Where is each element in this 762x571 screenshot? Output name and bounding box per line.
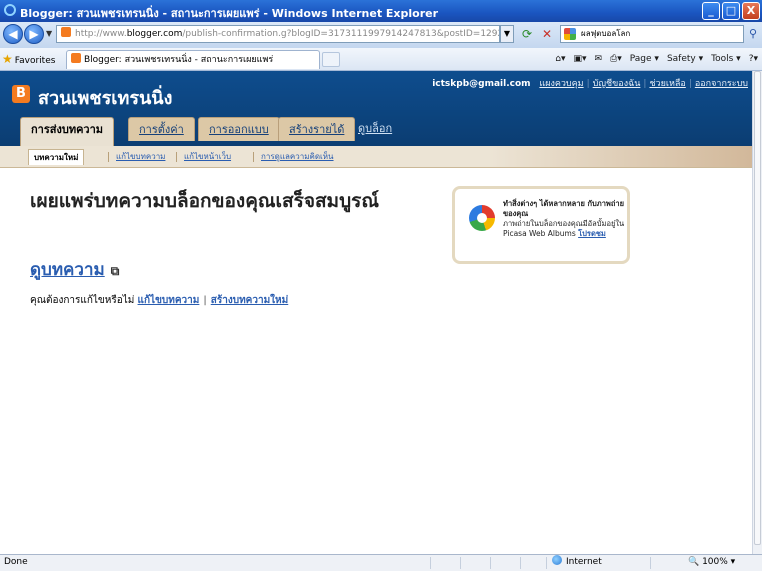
globe-icon xyxy=(552,555,562,565)
divider xyxy=(460,557,461,569)
page-menu-label: Page xyxy=(629,54,652,64)
external-link-icon: ⧉ xyxy=(110,264,120,278)
status-bar: Done Internet 🔍 100% ▾ xyxy=(0,554,762,571)
search-input[interactable]: ผลฟุตบอลโลก xyxy=(560,25,744,43)
link-separator: | xyxy=(203,295,207,306)
edit-post-link[interactable]: แก้ไขบทความ xyxy=(138,295,200,306)
account-links: ictskpb@gmail.com แผงควบคุม | บัญชีของฉัน |… xyxy=(432,79,748,89)
tab-monetize-label: สร้างรายได้ xyxy=(289,123,345,136)
picasa-promo-box: ทำสิ่งต่างๆ ได้หลากหลาย กับภาพถ่ายของคุณ… xyxy=(452,186,630,264)
url-path: /publish-confirmation.g?blogID=317311199… xyxy=(182,29,499,39)
divider xyxy=(430,557,431,569)
page-title: เผยแพร่บทความบล็อกของคุณเสร็จสมบูรณ์ xyxy=(30,190,379,212)
zoom-level: 100% xyxy=(702,557,728,567)
maximize-button[interactable]: □ xyxy=(722,2,740,20)
subtab-new-post[interactable]: บทความใหม่ xyxy=(28,149,85,165)
zoom-control[interactable]: 🔍 100% ▾ xyxy=(688,555,735,570)
address-dropdown-icon[interactable]: ▼ xyxy=(500,25,514,43)
divider xyxy=(176,152,177,162)
divider xyxy=(546,557,547,569)
dashboard-link[interactable]: แผงควบคุม xyxy=(539,79,583,89)
status-text: Done xyxy=(4,557,28,567)
divider xyxy=(490,557,491,569)
minimize-button[interactable]: _ xyxy=(702,2,720,20)
help-icon[interactable]: ?▾ xyxy=(749,51,758,67)
safety-menu[interactable]: Safety ▾ xyxy=(667,51,703,67)
sign-out-link[interactable]: ออกจากระบบ xyxy=(695,79,748,89)
tab-view-blog[interactable]: ดูบล็อก xyxy=(348,117,402,141)
help-link[interactable]: ช่วยเหลือ xyxy=(649,79,685,89)
search-icon[interactable]: ⚲ xyxy=(746,25,760,43)
refresh-icon[interactable]: ⟳ xyxy=(518,25,536,43)
sub-navigation: บทความใหม่ แก้ไขบทความ แก้ไขหน้าเว็บ การ… xyxy=(0,146,752,168)
divider xyxy=(650,557,651,569)
view-post-label: ดูบทความ xyxy=(30,260,105,280)
edit-prompt: คุณต้องการแก้ไขหรือไม่ แก้ไขบทความ | สร้าง… xyxy=(30,293,288,308)
browser-tab[interactable]: Blogger: สวนเพชรเทรนนิ่ง - สถานะการเผยแพ… xyxy=(66,50,320,69)
mail-icon[interactable]: ✉ xyxy=(595,51,603,67)
tab-settings[interactable]: การตั้งค่า xyxy=(128,117,195,141)
page-content: B สวนเพชรเทรนนิ่ง ictskpb@gmail.com แผงค… xyxy=(0,71,752,554)
feeds-icon[interactable]: ▣▾ xyxy=(573,51,586,67)
blogger-logo-icon: B xyxy=(12,85,30,103)
close-button[interactable]: X xyxy=(742,2,760,20)
favorites-bar: ★ Favorites Blogger: สวนเพชรเทรนนิ่ง - สถ… xyxy=(0,48,762,71)
tools-menu-label: Tools xyxy=(711,54,734,64)
tab-design[interactable]: การออกแบบ xyxy=(198,117,280,141)
tab-title: Blogger: สวนเพชรเทรนนิ่ง - สถานะการเผยแพ… xyxy=(84,55,274,65)
tab-posting[interactable]: การส่งบทความ xyxy=(20,117,115,146)
tab-design-label: การออกแบบ xyxy=(209,123,269,136)
scrollbar-thumb[interactable] xyxy=(754,71,761,545)
picasa-headline: ทำสิ่งต่างๆ ได้หลากหลาย กับภาพถ่ายของคุณ xyxy=(503,199,625,218)
tab-monetize[interactable]: สร้างรายได้ xyxy=(278,117,356,141)
tools-menu[interactable]: Tools ▾ xyxy=(711,51,741,67)
address-row: ◀ ▶ ▼ http://www.blogger.com/publish-con… xyxy=(0,22,762,49)
edit-prompt-text: คุณต้องการแก้ไขหรือไม่ xyxy=(30,295,135,306)
blog-title: สวนเพชรเทรนนิ่ง xyxy=(38,88,173,109)
internet-explorer-icon xyxy=(4,4,16,16)
security-zone[interactable]: Internet xyxy=(552,555,602,570)
command-bar: ⌂▾ ▣▾ ✉ ⎙▾ Page ▾ Safety ▾ Tools ▾ ?▾ xyxy=(555,51,758,67)
blogger-favicon-icon xyxy=(71,53,81,63)
url-prefix: http://www. xyxy=(75,29,127,39)
window-title-bar: Blogger: สวนเพชรเทรนนิ่ง - สถานะการเผยแพ… xyxy=(0,0,762,22)
blogger-header: B สวนเพชรเทรนนิ่ง ictskpb@gmail.com แผงค… xyxy=(0,71,752,146)
picasa-icon xyxy=(469,205,495,231)
stop-icon[interactable]: ✕ xyxy=(538,25,556,43)
favorites-button[interactable]: ★ Favorites xyxy=(2,51,55,67)
divider xyxy=(253,152,254,162)
star-icon: ★ xyxy=(2,52,13,66)
subtab-comment-moderation[interactable]: การดูแลความคิดเห็น xyxy=(256,149,339,165)
vertical-scrollbar[interactable] xyxy=(752,71,762,554)
blogger-favicon-icon xyxy=(61,27,71,37)
recent-pages-dropdown-icon[interactable]: ▼ xyxy=(46,29,52,38)
search-text: ผลฟุตบอลโลก xyxy=(581,29,631,38)
tab-settings-label: การตั้งค่า xyxy=(139,123,184,136)
subtab-edit-pages[interactable]: แก้ไขหน้าเว็บ xyxy=(179,149,236,165)
print-icon[interactable]: ⎙▾ xyxy=(610,51,622,67)
picasa-link[interactable]: โปรดชม xyxy=(578,229,606,238)
search-provider-icon xyxy=(564,28,576,40)
tab-view-blog-label: ดูบล็อก xyxy=(358,122,393,135)
page-menu[interactable]: Page ▾ xyxy=(630,51,659,67)
divider xyxy=(520,557,521,569)
home-icon[interactable]: ⌂▾ xyxy=(555,51,565,67)
my-account-link[interactable]: บัญชีของฉัน xyxy=(593,79,641,89)
address-input[interactable]: http://www.blogger.com/publish-confirmat… xyxy=(56,25,500,43)
forward-button[interactable]: ▶ xyxy=(24,24,44,44)
divider xyxy=(108,152,109,162)
account-email: ictskpb@gmail.com xyxy=(432,79,531,89)
safety-menu-label: Safety xyxy=(666,54,696,64)
zone-label: Internet xyxy=(566,557,602,567)
window-title: Blogger: สวนเพชรเทรนนิ่ง - สถานะการเผยแพ… xyxy=(20,7,439,20)
new-post-link[interactable]: สร้างบทความใหม่ xyxy=(211,295,289,306)
url-domain: blogger.com xyxy=(126,29,183,39)
back-button[interactable]: ◀ xyxy=(3,24,23,44)
view-post-link[interactable]: ดูบทความ ⧉ xyxy=(30,256,119,283)
favorites-label: Favorites xyxy=(14,56,56,66)
new-tab-button[interactable] xyxy=(322,52,340,67)
subtab-edit-posts[interactable]: แก้ไขบทความ xyxy=(111,149,170,165)
